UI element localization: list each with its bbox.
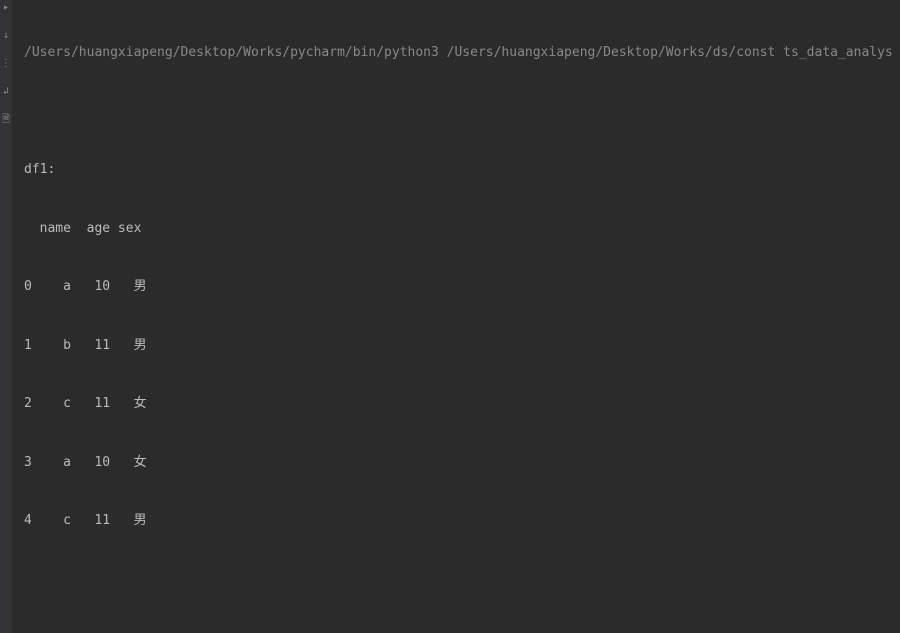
table-row: 1 b 11 男 [24,336,892,356]
table-header: name age sex [24,219,892,239]
gutter-down-icon: ↓ [1,31,11,41]
gutter-wrap-icon: ↲ [1,87,11,97]
table-row: 2 c 11 女 [24,394,892,414]
gutter-overflow-icon: ⋮ [1,59,11,69]
console-gutter: ▸ ↓ ⋮ ↲ 🗎 [0,0,12,633]
console-output[interactable]: /Users/huangxiapeng/Desktop/Works/pychar… [12,0,900,633]
section-label: df1: [24,160,892,180]
gutter-arrow-icon: ▸ [1,3,11,13]
run-command-line: /Users/huangxiapeng/Desktop/Works/pychar… [24,43,892,63]
table-row: 3 a 10 女 [24,453,892,473]
blank-line [24,628,892,633]
table-row: 0 a 10 男 [24,277,892,297]
table-row: 4 c 11 男 [24,511,892,531]
section-df1: df1: name age sex 0 a 10 男 1 b 11 男 2 c … [24,121,892,570]
gutter-print-icon: 🗎 [1,115,11,125]
